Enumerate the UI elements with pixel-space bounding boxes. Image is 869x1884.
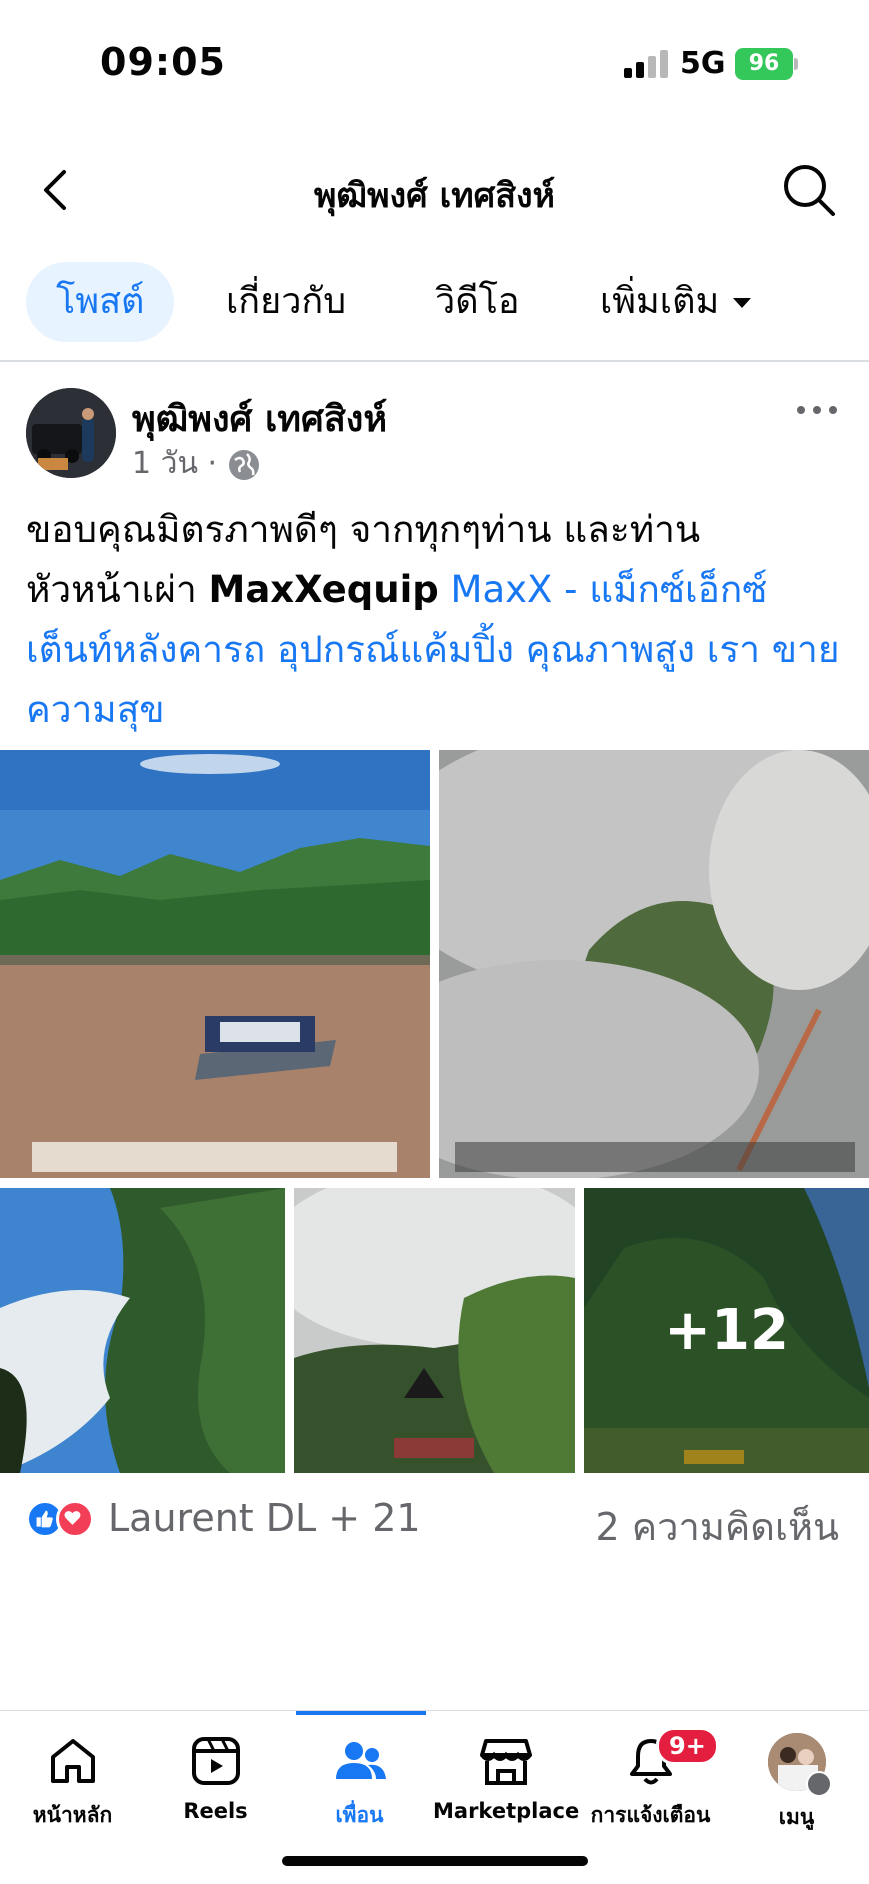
tab-more-label: เพิ่มเติม	[600, 281, 720, 322]
dot-separator: ·	[207, 446, 227, 481]
post-photo-5[interactable]: +12	[584, 1188, 869, 1473]
post-photo-3[interactable]	[0, 1188, 285, 1473]
post-photo-1[interactable]	[0, 750, 430, 1178]
friends-icon	[335, 1742, 386, 1779]
home-icon	[50, 1739, 95, 1783]
divider	[0, 360, 869, 362]
post-meta: 1 วัน ·	[132, 440, 261, 487]
search-icon[interactable]	[777, 158, 841, 222]
post-author[interactable]: พุฒิพงศ์ เทศสิงห์	[132, 390, 387, 447]
more-photos-count[interactable]: +12	[584, 1188, 869, 1473]
marketplace-icon	[479, 1739, 532, 1785]
more-options-icon[interactable]	[795, 398, 839, 422]
battery-level: 96	[748, 51, 780, 76]
network-label: 5G	[680, 46, 726, 81]
menu-avatar-icon	[767, 1733, 832, 1797]
home-indicator	[282, 1856, 588, 1866]
post-text-line1: ขอบคุณมิตรภาพดีๆ จากทุกๆท่าน และท่าน	[26, 508, 701, 551]
nav-menu-label: เมนู	[778, 1805, 815, 1829]
post-text: ขอบคุณมิตรภาพดีๆ จากทุกๆท่าน และท่าน หัว…	[26, 500, 846, 740]
love-reaction-icon	[56, 1500, 94, 1538]
nav-home[interactable]: หน้าหลัก	[0, 1733, 145, 1832]
nav-reels-label: Reels	[183, 1799, 248, 1823]
nav-marketplace[interactable]: Marketplace	[433, 1733, 580, 1823]
profile-header: พุฒิพงศ์ เทศสิงห์	[0, 140, 869, 240]
nav-home-label: หน้าหลัก	[32, 1803, 113, 1827]
profile-tabs: โพสต์ เกี่ยวกับ วิดีโอ เพิ่มเติม	[0, 262, 869, 344]
post-text-line2: หัวหน้าเผ่า	[26, 568, 209, 611]
post-photo-2[interactable]	[439, 750, 869, 1178]
nav-friends-label: เพื่อน	[335, 1803, 384, 1827]
nav-notifications[interactable]: 9+ การแจ้งเตือน	[578, 1727, 723, 1832]
reaction-names[interactable]: Laurent DL + 21	[108, 1496, 421, 1540]
active-tab-indicator	[296, 1711, 426, 1715]
nav-notifications-label: การแจ้งเตือน	[590, 1803, 711, 1827]
tab-more[interactable]: เพิ่มเติม	[570, 262, 781, 342]
battery-icon: 96	[735, 48, 793, 80]
status-bar: 09:05 5G 96	[0, 0, 869, 130]
battery-tip	[794, 58, 798, 70]
caret-down-icon	[733, 298, 752, 308]
nav-reels[interactable]: Reels	[143, 1733, 288, 1823]
signal-icon	[624, 50, 668, 78]
nav-friends[interactable]: เพื่อน	[287, 1733, 432, 1832]
bottom-nav: หน้าหลัก Reels เพื่อน Marketplace 9+ การ…	[0, 1710, 869, 1884]
tab-about[interactable]: เกี่ยวกับ	[196, 262, 376, 342]
nav-marketplace-label: Marketplace	[433, 1799, 580, 1823]
post-time: 1 วัน	[132, 446, 198, 481]
notification-badge: 9+	[656, 1727, 719, 1765]
nav-menu[interactable]: เมนู	[724, 1733, 869, 1834]
comments-count[interactable]: 2 ความคิดเห็น	[595, 1496, 839, 1557]
reels-icon	[191, 1737, 240, 1785]
page-title: พุฒิพงศ์ เทศสิงห์	[314, 176, 555, 216]
author-avatar[interactable]	[26, 388, 116, 478]
globe-icon	[228, 449, 259, 480]
post-photo-4[interactable]	[294, 1188, 575, 1473]
status-time: 09:05	[100, 40, 226, 84]
tab-videos[interactable]: วิดีโอ	[405, 262, 550, 342]
tab-posts[interactable]: โพสต์	[26, 262, 175, 342]
chevron-left-icon[interactable]	[30, 162, 86, 218]
mention-maxxequip[interactable]: MaxXequip	[209, 568, 439, 611]
menu-lines-icon	[805, 1771, 832, 1797]
